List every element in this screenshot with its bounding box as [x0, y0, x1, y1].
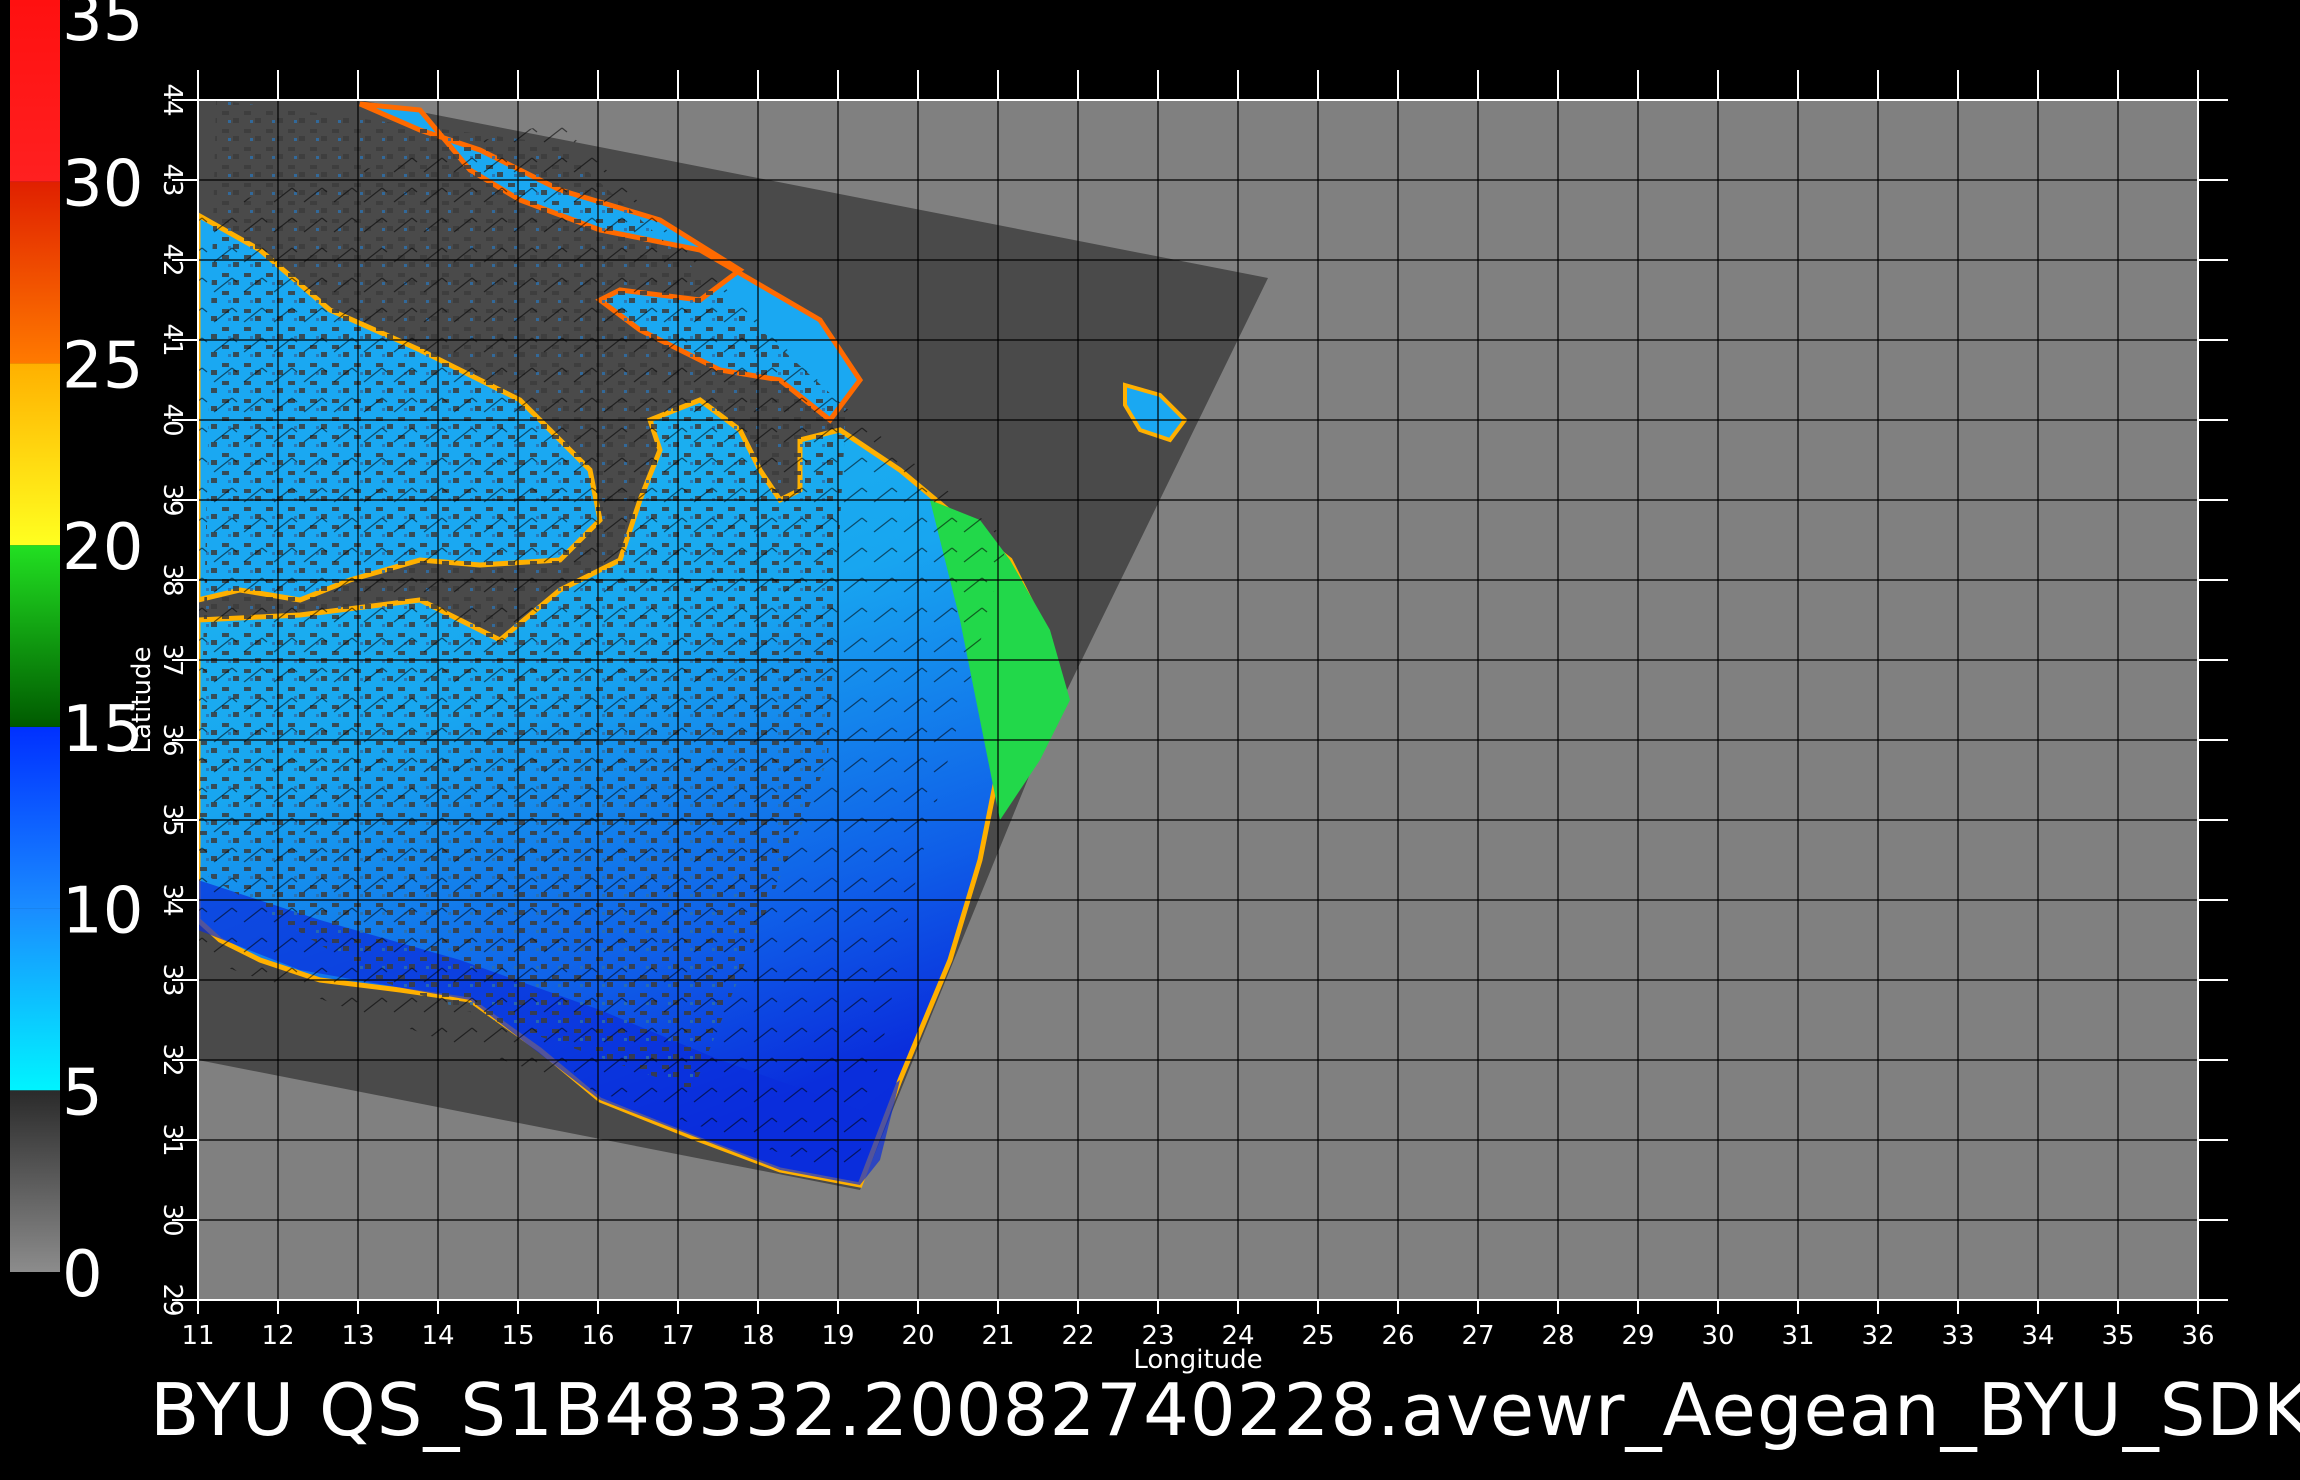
colorbar-band — [10, 545, 60, 727]
y-axis-label: Latitude — [127, 646, 157, 753]
y-tick-label: 44 — [157, 83, 187, 116]
y-tick-label: 29 — [157, 1283, 187, 1316]
colorbar-label: 5 — [62, 1056, 103, 1130]
x-tick-label: 26 — [1381, 1321, 1414, 1351]
x-tick-label: 15 — [501, 1321, 534, 1351]
y-tick-label: 37 — [157, 643, 187, 676]
y-tick-label: 40 — [157, 403, 187, 436]
map-plot-area — [198, 100, 2198, 1300]
x-tick-label: 27 — [1461, 1321, 1494, 1351]
x-tick-label: 12 — [261, 1321, 294, 1351]
colorbar-band — [10, 726, 60, 909]
y-tick-label: 41 — [157, 323, 187, 356]
colorbar-band — [10, 181, 60, 364]
x-tick-label: 34 — [2021, 1321, 2054, 1351]
x-tick-label: 32 — [1861, 1321, 1894, 1351]
colorbar-label: 30 — [62, 148, 143, 222]
colorbar-label: 0 — [62, 1238, 103, 1312]
colorbar-label: 35 — [62, 0, 143, 56]
x-tick-label: 33 — [1941, 1321, 1974, 1351]
product-title: BYU QS_S1B48332.20082740228.avewr_Aegean… — [150, 1368, 2300, 1452]
y-tick-label: 33 — [157, 963, 187, 996]
y-tick-label: 31 — [157, 1123, 187, 1156]
y-tick-label: 34 — [157, 883, 187, 916]
colorbar-band — [10, 908, 60, 1091]
colorbar-band — [10, 1090, 60, 1272]
y-tick-label: 39 — [157, 483, 187, 516]
x-tick-label: 18 — [741, 1321, 774, 1351]
x-tick-label: 21 — [981, 1321, 1014, 1351]
x-tick-label: 22 — [1061, 1321, 1094, 1351]
x-tick-label: 25 — [1301, 1321, 1334, 1351]
y-axis-tick-labels: 29 30 31 32 33 34 35 36 37 38 39 40 41 42 43 44 — [157, 83, 187, 1316]
colorbar-label: 25 — [62, 329, 143, 403]
x-tick-label: 35 — [2101, 1321, 2134, 1351]
colorbar-band — [10, 0, 60, 182]
y-tick-label: 30 — [157, 1203, 187, 1236]
x-tick-label: 17 — [661, 1321, 694, 1351]
x-tick-label: 16 — [581, 1321, 614, 1351]
y-tick-label: 32 — [157, 1043, 187, 1076]
y-tick-label: 35 — [157, 803, 187, 836]
x-tick-label: 36 — [2181, 1321, 2214, 1351]
x-tick-label: 30 — [1701, 1321, 1734, 1351]
y-tick-label: 42 — [157, 243, 187, 276]
x-tick-label: 14 — [421, 1321, 454, 1351]
x-tick-label: 20 — [901, 1321, 934, 1351]
y-tick-label: 36 — [157, 723, 187, 756]
colorbar-bands — [10, 0, 60, 1272]
colorbar-label: 20 — [62, 511, 143, 585]
y-tick-label: 38 — [157, 563, 187, 596]
colorbar-band — [10, 363, 60, 546]
colorbar-label: 10 — [62, 875, 143, 949]
x-tick-label: 13 — [341, 1321, 374, 1351]
x-tick-label: 31 — [1781, 1321, 1814, 1351]
x-tick-label: 29 — [1621, 1321, 1654, 1351]
wind-speed-map-figure: 05101520253035 11 12 13 14 15 16 17 18 19 20 21 22 2… — [10, 0, 2300, 1452]
x-tick-label: 19 — [821, 1321, 854, 1351]
y-tick-label: 43 — [157, 163, 187, 196]
colorbar: 05101520253035 — [10, 0, 143, 1312]
x-tick-label: 11 — [181, 1321, 214, 1351]
x-tick-label: 28 — [1541, 1321, 1574, 1351]
